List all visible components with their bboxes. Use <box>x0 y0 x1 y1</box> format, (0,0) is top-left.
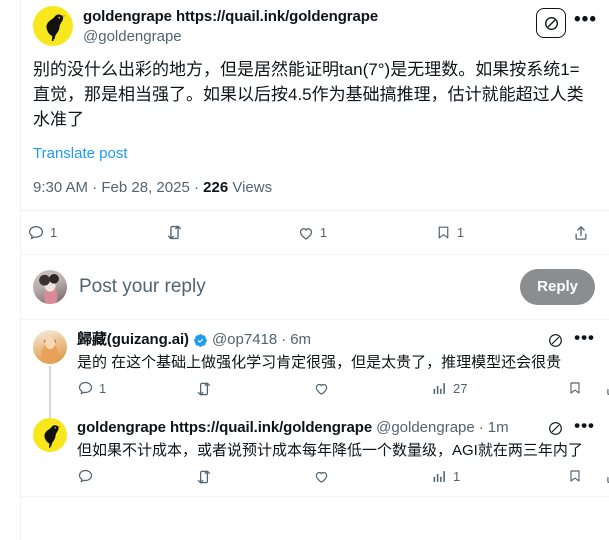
share-icon <box>575 225 587 240</box>
reply-display-name[interactable]: goldengrape https://quail.ink/goldengrap… <box>77 418 372 438</box>
bird-avatar[interactable] <box>33 6 73 46</box>
post-time: 9:30 AM <box>33 179 89 196</box>
reply-timestamp: 1m <box>487 419 509 436</box>
calico-cat-avatar[interactable] <box>33 270 67 304</box>
reply-item: goldengrape https://quail.ink/goldengrap… <box>21 408 609 496</box>
reply-item: 歸藏(guizang.ai) @op7418 · 6m ••• 是的 在这个基础… <box>21 320 609 418</box>
views-icon <box>433 471 445 482</box>
views-count: 1 <box>453 468 461 484</box>
share-icon <box>607 473 609 483</box>
like-action[interactable] <box>313 468 335 485</box>
reply-avatar-column <box>33 418 67 496</box>
orange-cat-avatar[interactable] <box>33 330 67 364</box>
heart-icon <box>315 471 328 483</box>
views-count: 226 <box>203 179 229 196</box>
reply-submit-button[interactable]: Reply <box>520 269 595 305</box>
reply-avatar-column <box>33 330 67 418</box>
reply-count: 1 <box>99 380 107 396</box>
share-icon <box>607 385 609 395</box>
main-post: goldengrape https://quail.ink/goldengrap… <box>21 0 609 210</box>
main-post-metadata: 9:30 AM · Feb 28, 2025 · 226 Views <box>33 164 597 210</box>
reply-header-actions: ••• <box>547 417 595 437</box>
reply-count: 1 <box>50 224 58 240</box>
reply-header-actions: ••• <box>547 329 595 349</box>
reply-composer[interactable]: Post your reply Reply <box>21 255 609 319</box>
more-options-icon[interactable]: ••• <box>574 10 597 31</box>
grok-icon[interactable] <box>547 420 564 437</box>
bookmark-icon <box>570 382 580 394</box>
grok-icon[interactable] <box>547 332 564 349</box>
bookmark-icon <box>570 470 580 482</box>
views-icon <box>433 383 445 394</box>
bookmark-count: 1 <box>456 224 465 240</box>
reply-action-bar: 1 <box>77 376 609 408</box>
retweet-action[interactable] <box>165 223 189 242</box>
share-action[interactable] <box>604 380 609 397</box>
retweet-icon <box>197 470 211 484</box>
views-count: 27 <box>453 380 468 396</box>
more-options-icon[interactable]: ••• <box>574 329 595 347</box>
main-post-text: 别的没什么出彩的地方，但是居然能证明tan(7°)是无理数。如果按系统1=直觉，… <box>33 60 584 129</box>
reply-timestamp: 6m <box>290 331 312 348</box>
like-count: 1 <box>319 224 328 240</box>
main-post-handle[interactable]: @goldengrape <box>83 27 526 47</box>
reply-header: 歸藏(guizang.ai) @op7418 · 6m ••• <box>77 329 595 350</box>
reply-content: 歸藏(guizang.ai) @op7418 · 6m ••• 是的 在这个基础… <box>77 329 609 408</box>
retweet-icon <box>168 225 182 240</box>
reply-action[interactable]: 1 <box>27 224 57 242</box>
comment-icon <box>78 381 93 395</box>
divider-bottom <box>21 496 609 497</box>
reply-dot: · <box>281 331 287 348</box>
reply-text: 但如果不计成本，或者说预计成本每年降低一个数量级，AGI就在两三年内了 <box>77 442 583 459</box>
share-action[interactable] <box>604 468 609 485</box>
bookmark-action[interactable] <box>567 380 588 396</box>
main-post-author-info: goldengrape https://quail.ink/goldengrap… <box>83 6 526 47</box>
retweet-action[interactable] <box>195 468 218 486</box>
reply-content: goldengrape https://quail.ink/goldengrap… <box>77 417 609 496</box>
main-post-action-bar: 1 1 1 <box>21 211 609 254</box>
views-action[interactable]: 1 <box>431 468 460 485</box>
reply-text: 是的 在这个基础上做强化学习肯定很强，但是太贵了，推理模型还会很贵 <box>77 354 562 371</box>
retweet-icon <box>197 382 211 396</box>
bookmark-icon <box>438 226 449 239</box>
bookmark-action[interactable] <box>567 468 588 484</box>
timeline-column: goldengrape https://quail.ink/goldengrap… <box>21 0 609 540</box>
reply-display-name[interactable]: 歸藏(guizang.ai) <box>77 330 189 350</box>
reply-action-bar: 1 <box>77 464 609 496</box>
post-detail-page: goldengrape https://quail.ink/goldengrap… <box>0 0 609 540</box>
reply-handle[interactable]: @goldengrape <box>376 418 475 438</box>
bird-avatar[interactable] <box>33 418 67 452</box>
like-action[interactable] <box>313 380 335 397</box>
main-post-header: goldengrape https://quail.ink/goldengrap… <box>33 6 597 47</box>
reply-dot: · <box>478 419 484 436</box>
share-action[interactable] <box>572 224 595 242</box>
reply-handle[interactable]: @op7418 <box>212 330 277 350</box>
post-date: Feb 28, 2025 <box>101 179 190 196</box>
reply-action[interactable] <box>77 468 99 485</box>
reply-input[interactable]: Post your reply <box>79 275 508 299</box>
bookmark-action[interactable]: 1 <box>435 224 464 241</box>
reply-action[interactable]: 1 <box>77 380 106 397</box>
heart-icon <box>315 383 328 395</box>
comment-icon <box>28 225 44 239</box>
retweet-action[interactable] <box>195 380 218 398</box>
heart-icon <box>299 227 312 240</box>
translate-post-link[interactable]: Translate post <box>33 132 597 164</box>
grok-icon[interactable] <box>536 8 567 38</box>
views-label: Views <box>232 179 273 196</box>
more-options-icon[interactable]: ••• <box>574 417 595 435</box>
like-action[interactable]: 1 <box>297 224 327 242</box>
main-post-header-actions: ••• <box>536 6 597 38</box>
comment-icon <box>78 469 93 483</box>
meta-dot-2: · <box>193 179 199 196</box>
reply-header: goldengrape https://quail.ink/goldengrap… <box>77 417 595 438</box>
views-action[interactable]: 27 <box>431 380 467 397</box>
main-post-display-name[interactable]: goldengrape https://quail.ink/goldengrap… <box>83 7 526 27</box>
meta-dot-1: · <box>92 179 98 196</box>
verified-badge-icon <box>193 333 208 348</box>
